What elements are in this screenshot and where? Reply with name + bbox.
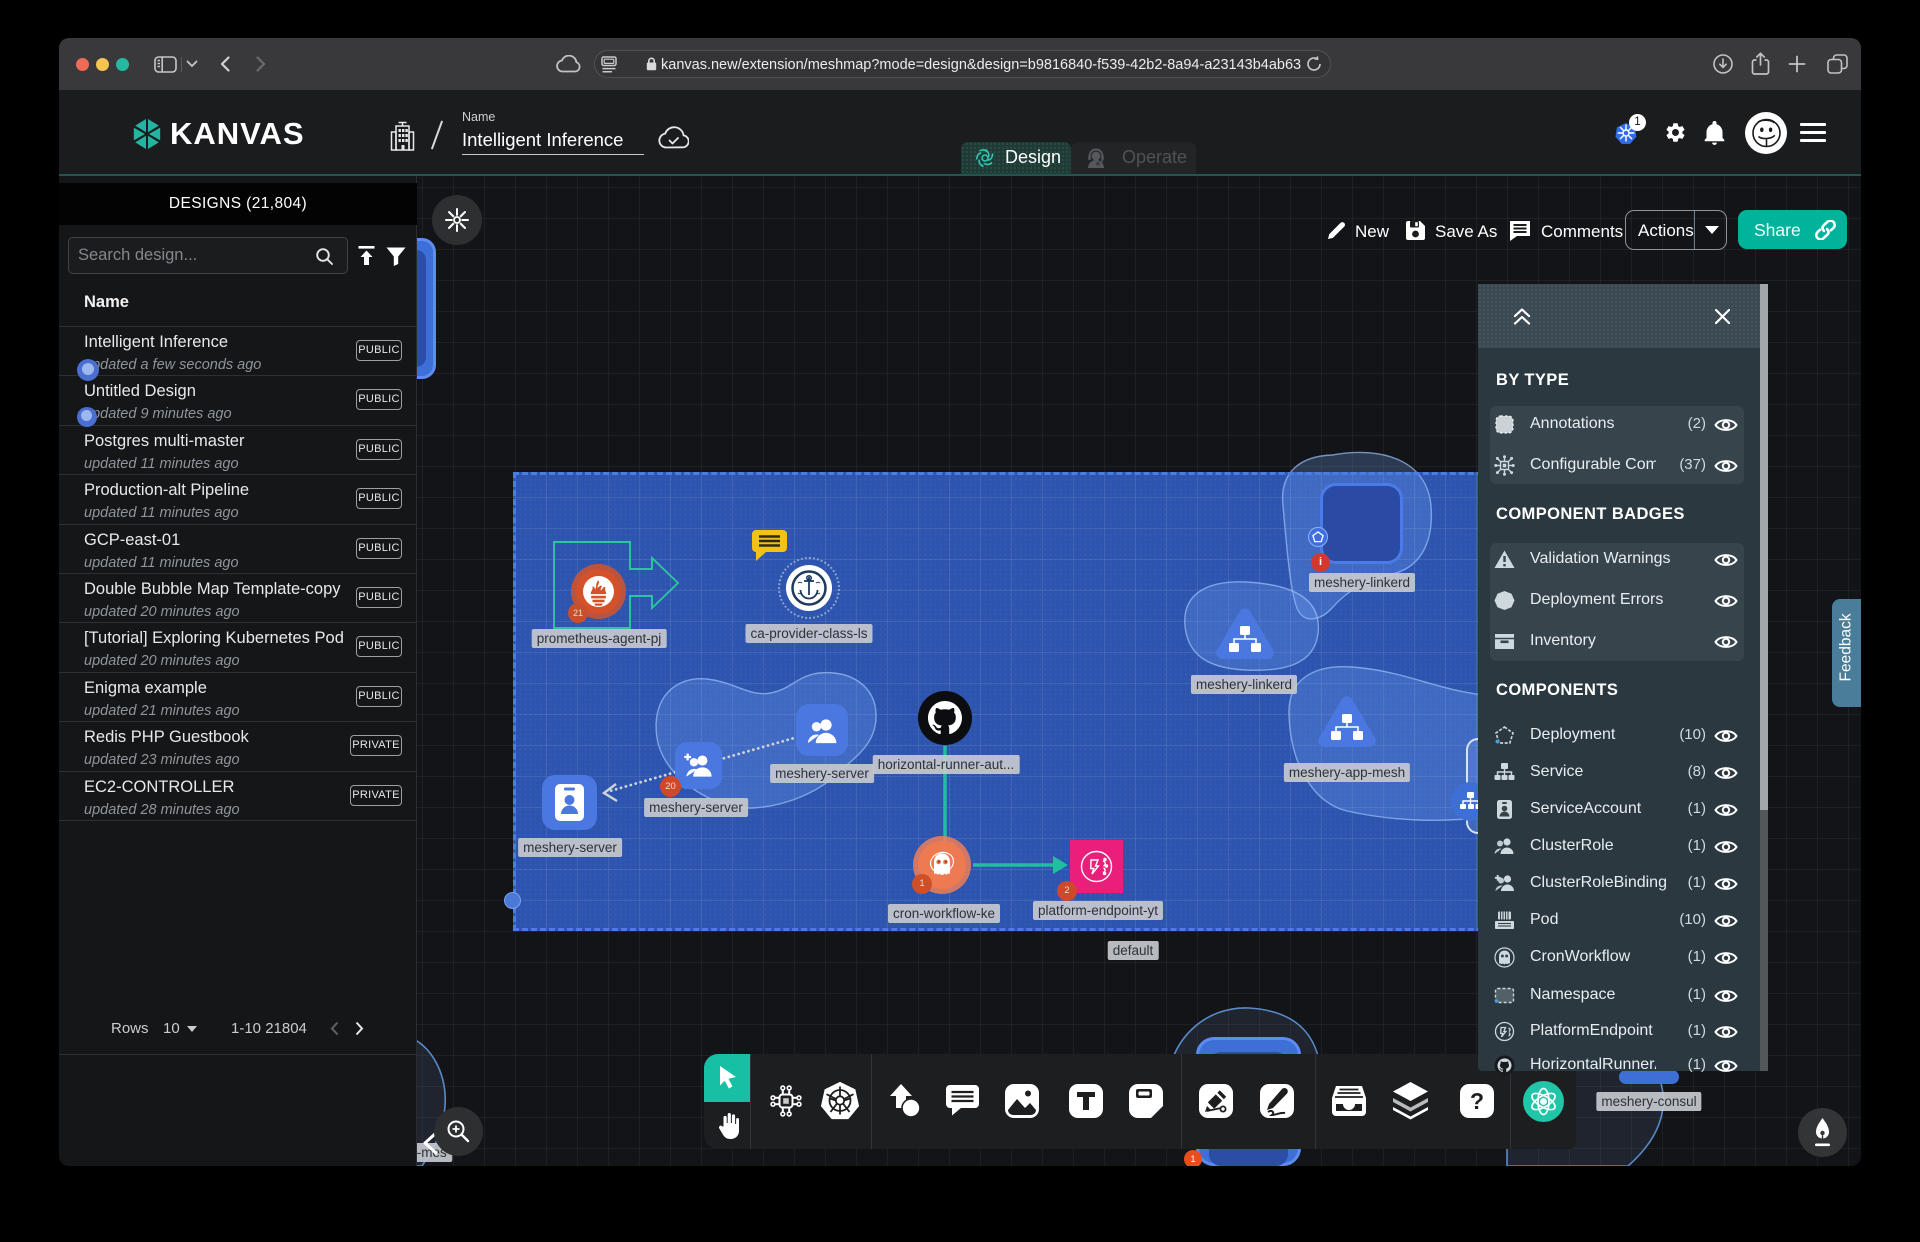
- svg-text:?: ?: [1470, 1088, 1484, 1114]
